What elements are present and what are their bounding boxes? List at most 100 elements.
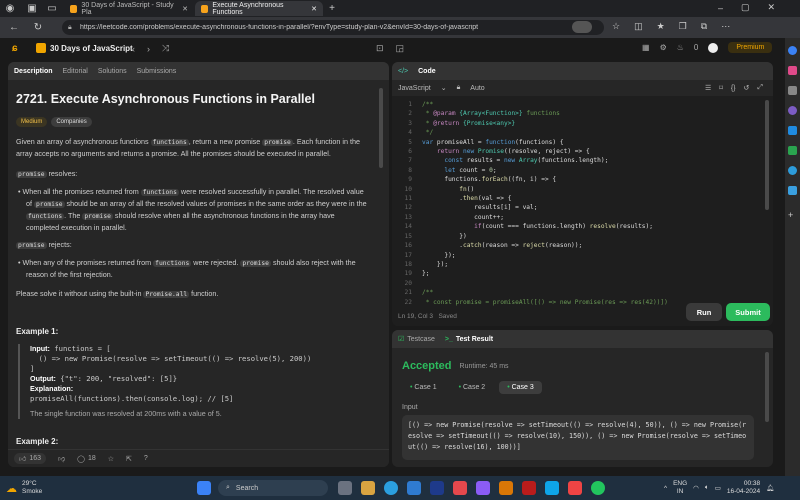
postman-icon[interactable] [499,481,513,495]
volume-icon[interactable]: 🔈︎ [705,484,709,492]
search-sidebar-icon[interactable] [788,46,797,55]
debug-icon[interactable]: ⊡ [376,43,384,54]
settings-gear-icon[interactable]: ⚙ [660,43,667,52]
favorites-icon[interactable]: ★ [657,21,665,32]
like-button[interactable]: 👍︎ 163 [14,453,47,464]
workspaces-icon[interactable]: ▣ [26,2,38,14]
code-line[interactable]: 8 let count = 0; [392,166,763,175]
acrobat-icon[interactable] [568,481,582,495]
m365-icon[interactable] [788,166,797,175]
code-line[interactable]: 12 results[i] = val; [392,203,763,212]
mcafee-icon[interactable] [522,481,536,495]
outlook-icon[interactable] [788,126,797,135]
drop-icon[interactable] [788,186,797,195]
leetcode-logo-icon[interactable]: ɕ [12,43,22,55]
submit-button[interactable]: Submit [726,303,770,321]
result-scrollbar[interactable] [765,352,769,462]
add-sidebar-icon[interactable]: + [788,210,793,220]
case-3-button[interactable]: • Case 3 [499,381,542,394]
code-line[interactable]: 18 }); [392,260,763,269]
minimize-icon[interactable]: – [718,3,723,13]
file-explorer-icon[interactable] [361,481,375,495]
thumb-down-icon[interactable]: 👎︎ [58,454,65,463]
notification-icon[interactable]: ♨ [677,43,684,52]
code-line[interactable]: 15 }) [392,232,763,241]
tab-testcase[interactable]: ☑ Testcase [398,335,435,344]
shopping-icon[interactable] [788,66,797,75]
back-icon[interactable]: ← [8,21,20,33]
close-tab-icon[interactable]: ✕ [182,5,188,13]
tab-study-plan[interactable]: 30 Days of JavaScript - Study Pla ✕ [64,1,194,16]
notification-bell-icon[interactable]: 🔔︎ [766,484,774,492]
notes-icon[interactable]: ◲ [396,43,405,54]
tab-test-result[interactable]: >_ Test Result [445,336,493,343]
code-line[interactable]: 4 */ [392,128,763,137]
excel-icon[interactable] [788,146,797,155]
edge-icon[interactable] [384,481,398,495]
windows-start-icon[interactable] [197,481,211,495]
refresh-icon[interactable]: ↻ [32,21,44,33]
code-editor[interactable]: 1/** 2 * @param {Array<Function>} functio… [392,100,763,307]
format-icon[interactable]: ☰ [705,84,711,92]
new-tab-icon[interactable]: + [326,2,338,14]
bookmark-icon[interactable]: ⌑ [719,84,723,92]
vscode-icon[interactable] [407,481,421,495]
code-scrollbar-thumb[interactable] [765,100,769,210]
mail-icon[interactable] [453,481,467,495]
braces-icon[interactable]: {} [731,85,736,92]
wifi-icon[interactable]: ◠ [693,484,699,492]
study-plan-link[interactable]: 30 Days of JavaScript [36,43,133,53]
code-line[interactable]: 13 count++; [392,213,763,222]
star-icon[interactable]: ☆ [108,455,114,463]
scrollbar-thumb[interactable] [379,88,383,168]
auto-mode-toggle[interactable]: Auto [470,85,484,92]
tab-editorial[interactable]: Editorial [63,68,88,75]
premium-button[interactable]: Premium [728,42,773,53]
clock[interactable]: 00:38 16-04-2024 [727,480,760,496]
tab-execute-async[interactable]: Execute Asynchronous Functions ✕ [195,1,323,16]
favorite-star-icon[interactable]: ☆ [612,21,620,32]
run-button[interactable]: Run [686,303,722,321]
companies-tag[interactable]: Companies [51,117,92,127]
language-select[interactable]: JavaScript [398,85,431,92]
games-icon[interactable] [788,106,797,115]
url-bar[interactable]: 🔒︎ https://leetcode.com/problems/execute… [62,20,604,35]
comments-button[interactable]: ◯ 18 [77,455,96,463]
split-screen-icon[interactable]: ◫ [634,21,643,32]
code-line[interactable]: 11 .then(val => { [392,194,763,203]
battery-icon[interactable]: ▭ [715,484,721,492]
code-line[interactable]: 21 /** [392,288,763,297]
tab-solutions[interactable]: Solutions [98,68,127,75]
share-icon[interactable]: ⇱ [126,455,132,463]
extensions-icon[interactable]: ⧉ [701,21,707,32]
close-window-icon[interactable]: ✕ [768,2,776,13]
avatar[interactable] [708,42,719,53]
tracking-prevention-icon[interactable] [572,21,592,33]
tab-submissions[interactable]: Submissions [137,68,177,75]
tab-description[interactable]: Description [14,68,53,75]
weather-widget[interactable]: ☁ 29°C Smoke [6,480,42,496]
taskbar-search[interactable]: ⌕ Search [218,480,328,496]
collections-icon[interactable]: ❐ [679,21,687,32]
code-line[interactable]: 2 * @param {Array<Function>} functions [392,109,763,118]
code-line[interactable]: 16 .catch(reason => reject(reason)); [392,241,763,250]
layout-icon[interactable]: ▦ [642,43,650,52]
result-scrollbar-thumb[interactable] [765,352,769,422]
fullscreen-icon[interactable]: ⤢ [757,84,763,92]
copilot-icon[interactable] [338,481,352,495]
code-line[interactable]: 5 var promiseAll = function(functions) { [392,138,763,147]
code-line[interactable]: 1 /** [392,100,763,109]
tools-icon[interactable] [788,86,797,95]
teams-icon[interactable] [430,481,444,495]
code-line[interactable]: 19}; [392,269,763,278]
tab-actions-icon[interactable]: ▭ [46,2,58,14]
case-1-button[interactable]: • Case 1 [402,381,445,394]
code-line[interactable]: 6 return new Promise((resolve, reject) =… [392,147,763,156]
whatsapp-icon[interactable] [591,481,605,495]
code-line[interactable]: 17 }); [392,251,763,260]
code-line[interactable]: 14 if(count === functions.length) resolv… [392,222,763,231]
code-line[interactable]: 20 [392,279,763,288]
code-line[interactable]: 10 fn() [392,185,763,194]
help-icon[interactable]: ? [144,455,148,462]
code-line[interactable]: 9 functions.forEach((fn, i) => { [392,175,763,184]
